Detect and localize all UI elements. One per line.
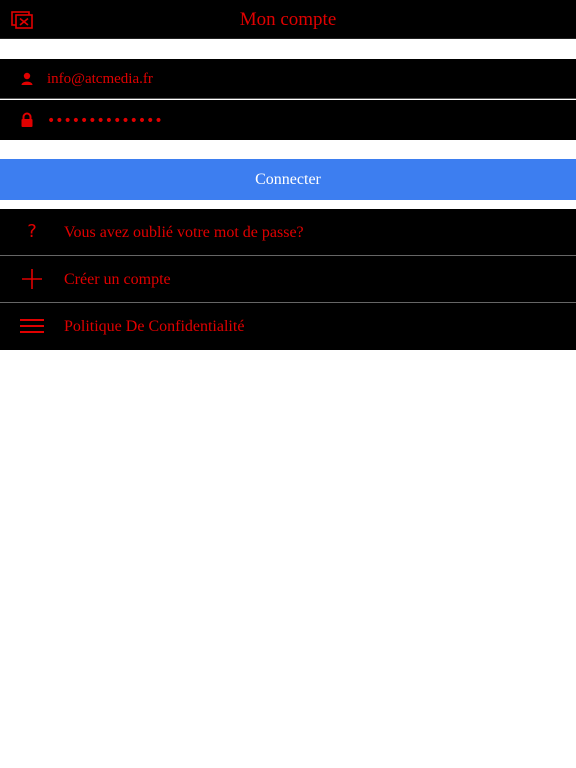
question-icon: ? bbox=[27, 221, 37, 242]
password-value[interactable]: •••••••••••••• bbox=[47, 100, 163, 140]
menu-item-privacy-policy[interactable]: Politique De Confidentialité bbox=[0, 303, 576, 350]
menu-item-label: Créer un compte bbox=[64, 271, 171, 288]
email-value[interactable]: info@atcmedia.fr bbox=[47, 59, 153, 99]
lock-icon bbox=[21, 112, 33, 127]
account-menu: ? Vous avez oublié votre mot de passe? C… bbox=[0, 209, 576, 350]
plus-icon bbox=[22, 269, 42, 289]
app-header: Mon compte bbox=[0, 0, 576, 39]
email-field[interactable]: info@atcmedia.fr bbox=[0, 59, 576, 99]
menu-item-label: Politique De Confidentialité bbox=[64, 318, 245, 335]
user-icon bbox=[21, 72, 33, 85]
menu-item-forgot-password[interactable]: ? Vous avez oublié votre mot de passe? bbox=[0, 209, 576, 256]
connect-button[interactable]: Connecter bbox=[0, 159, 576, 200]
menu-item-create-account[interactable]: Créer un compte bbox=[0, 256, 576, 303]
menu-item-label: Vous avez oublié votre mot de passe? bbox=[64, 224, 304, 241]
page-title: Mon compte bbox=[239, 9, 337, 30]
hamburger-menu-icon bbox=[20, 319, 44, 333]
password-field[interactable]: •••••••••••••• bbox=[0, 100, 576, 140]
